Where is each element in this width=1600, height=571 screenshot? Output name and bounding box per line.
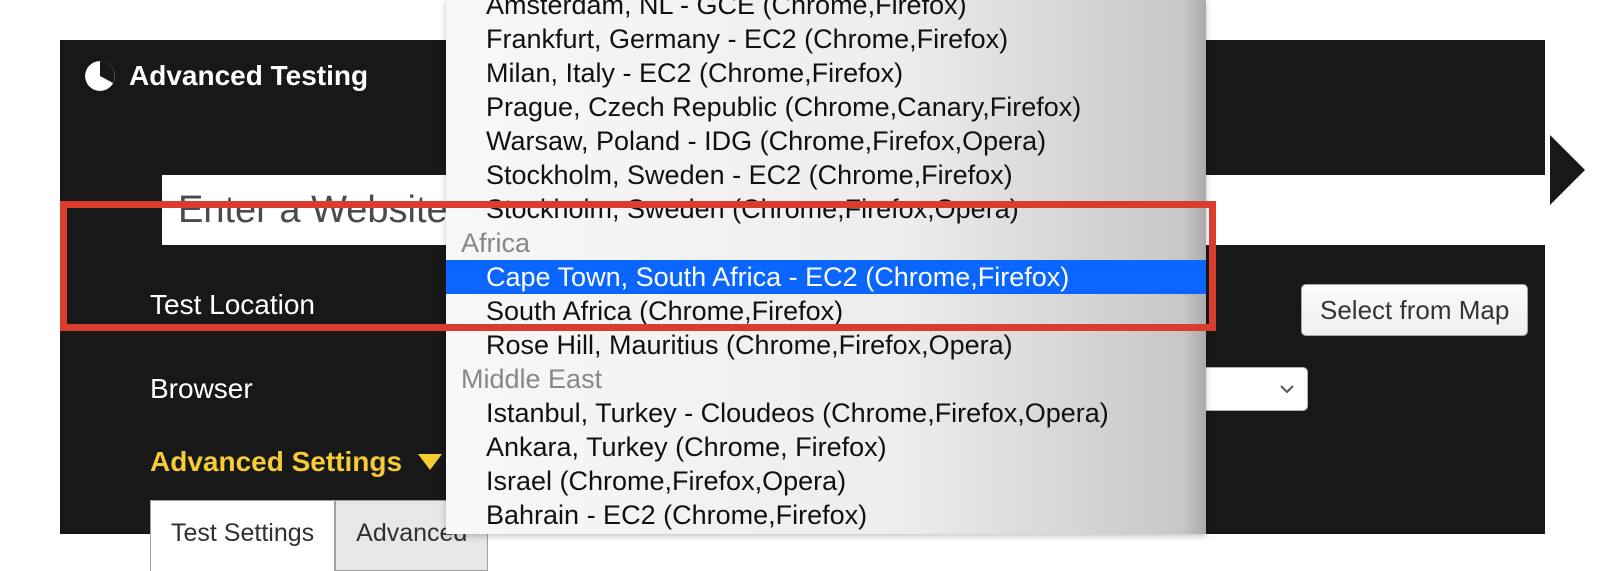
tab-settings[interactable]: Test Settings [150, 500, 335, 571]
browser-label: Browser [150, 373, 253, 405]
dropdown-item[interactable]: Istanbul, Turkey - Cloudeos (Chrome,Fire… [446, 396, 1206, 430]
panel-title: Advanced Testing [129, 60, 368, 92]
dropdown-item[interactable]: Rose Hill, Mauritius (Chrome,Firefox,Ope… [446, 328, 1206, 362]
chevron-down-icon [1277, 379, 1297, 399]
advanced-settings-label: Advanced Settings [150, 446, 402, 478]
advanced-settings-toggle[interactable]: Advanced Settings [150, 446, 442, 478]
dropdown-item[interactable]: Amsterdam, NL - GCE (Chrome,Firefox) [446, 0, 1206, 22]
location-dropdown[interactable]: Amsterdam, NL - GCE (Chrome,Firefox)Fran… [446, 0, 1206, 534]
dropdown-item[interactable]: South Africa (Chrome,Firefox) [446, 294, 1206, 328]
dropdown-item[interactable]: Milan, Italy - EC2 (Chrome,Firefox) [446, 56, 1206, 90]
app-logo-icon [85, 61, 115, 91]
tabs: Test SettingsAdvanced [150, 500, 488, 571]
dropdown-item[interactable]: Stockholm, Sweden (Chrome,Firefox,Opera) [446, 192, 1206, 226]
start-test-arrow-icon[interactable] [1550, 135, 1585, 205]
dropdown-group: Middle East [446, 362, 1206, 396]
dropdown-item[interactable]: Prague, Czech Republic (Chrome,Canary,Fi… [446, 90, 1206, 124]
dropdown-item[interactable]: Bahrain - EC2 (Chrome,Firefox) [446, 498, 1206, 532]
dropdown-item[interactable]: Ankara, Turkey (Chrome, Firefox) [446, 430, 1206, 464]
test-location-label: Test Location [150, 289, 315, 321]
dropdown-item[interactable]: Israel (Chrome,Firefox,Opera) [446, 464, 1206, 498]
dropdown-item[interactable]: Stockholm, Sweden - EC2 (Chrome,Firefox) [446, 158, 1206, 192]
dropdown-item[interactable]: Cape Town, South Africa - EC2 (Chrome,Fi… [446, 260, 1206, 294]
dropdown-item[interactable]: Frankfurt, Germany - EC2 (Chrome,Firefox… [446, 22, 1206, 56]
select-from-map-button[interactable]: Select from Map [1301, 284, 1528, 336]
dropdown-group: Africa [446, 226, 1206, 260]
caret-down-icon [418, 454, 442, 470]
dropdown-item[interactable]: Warsaw, Poland - IDG (Chrome,Firefox,Ope… [446, 124, 1206, 158]
